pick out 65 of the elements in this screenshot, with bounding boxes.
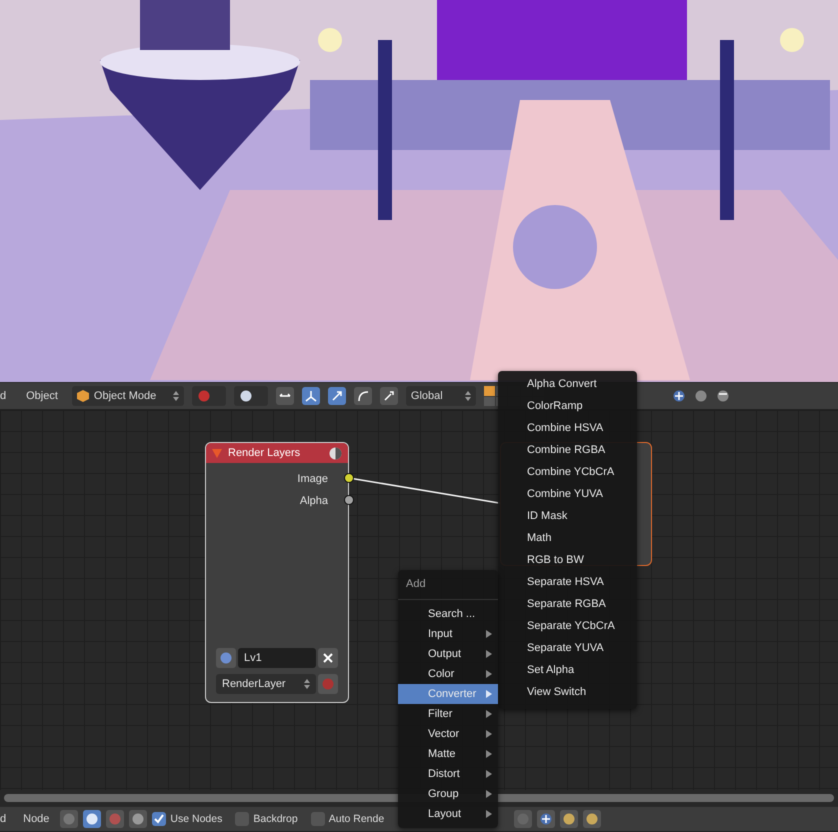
checkbox-label: Use Nodes bbox=[170, 813, 222, 825]
menu-item[interactable]: Separate YUVA bbox=[498, 637, 637, 659]
menu-item[interactable]: Math bbox=[498, 527, 637, 549]
up-down-icon bbox=[464, 391, 471, 401]
menu-item[interactable]: Vector bbox=[398, 724, 498, 744]
up-down-icon bbox=[304, 679, 310, 689]
pivot-dropdown[interactable] bbox=[192, 386, 226, 406]
menu-item[interactable]: Combine RGBA bbox=[498, 439, 637, 461]
menu-item[interactable]: Separate HSVA bbox=[498, 571, 637, 593]
checkbox[interactable] bbox=[310, 812, 325, 826]
arrow-icon bbox=[486, 810, 492, 818]
menu-item[interactable]: Combine YCbCrA bbox=[498, 461, 637, 483]
menu-item[interactable]: Separate YCbCrA bbox=[498, 615, 637, 637]
layer-name-field[interactable]: Lv1 bbox=[238, 648, 316, 668]
close-button[interactable] bbox=[318, 648, 338, 668]
menu-item[interactable]: ColorRamp bbox=[498, 395, 637, 417]
menu-item[interactable]: d bbox=[0, 813, 12, 825]
menu-item[interactable]: Distort bbox=[398, 764, 498, 784]
output-socket[interactable] bbox=[344, 495, 354, 505]
menu-item[interactable]: Group bbox=[398, 784, 498, 804]
menu-item[interactable]: Set Alpha bbox=[498, 659, 637, 681]
menu-item[interactable]: Matte bbox=[398, 744, 498, 764]
arrow-icon bbox=[486, 670, 492, 678]
menu-item[interactable]: Input bbox=[398, 624, 498, 644]
menu-item[interactable]: ID Mask bbox=[498, 505, 637, 527]
menu-item[interactable]: Combine HSVA bbox=[498, 417, 637, 439]
orientation-dropdown[interactable]: Global bbox=[406, 386, 476, 406]
render-layer-dropdown[interactable]: RenderLayer bbox=[216, 674, 316, 694]
menu-title: Add bbox=[398, 570, 498, 600]
menu-item[interactable]: Separate RGBA bbox=[498, 593, 637, 615]
arrow-icon bbox=[486, 750, 492, 758]
menu-item[interactable]: View Switch bbox=[498, 681, 637, 703]
menu-item[interactable]: Layout bbox=[398, 804, 498, 824]
arrow-icon bbox=[486, 630, 492, 638]
arrow-icon bbox=[486, 770, 492, 778]
render-layers-node[interactable]: Render Layers Image Alpha Lv1 RenderLayer bbox=[205, 442, 349, 703]
up-down-icon bbox=[172, 391, 179, 401]
menu-item[interactable]: RGB to BW bbox=[498, 549, 637, 571]
arrow-icon bbox=[486, 730, 492, 738]
arrow-icon bbox=[486, 710, 492, 718]
cube-icon bbox=[76, 390, 89, 402]
checkbox[interactable] bbox=[235, 812, 250, 826]
socket-label: Alpha bbox=[300, 495, 328, 507]
menu-item[interactable]: Alpha Convert bbox=[498, 373, 637, 395]
mode-dropdown[interactable]: Object Mode bbox=[72, 386, 184, 406]
arrow-icon bbox=[486, 790, 492, 798]
socket-label: Image bbox=[297, 473, 328, 485]
checkbox-label: Backdrop bbox=[253, 813, 298, 825]
menu-item[interactable]: Search ... bbox=[398, 604, 498, 624]
output-socket[interactable] bbox=[344, 473, 354, 483]
node-title: Render Layers bbox=[228, 447, 300, 459]
checkbox[interactable] bbox=[152, 812, 166, 826]
menu-item[interactable]: Color bbox=[398, 664, 498, 684]
node-menu[interactable]: Node bbox=[17, 813, 56, 825]
arrow-icon bbox=[486, 690, 492, 698]
menu-item[interactable]: Combine YUVA bbox=[498, 483, 637, 505]
shading-dropdown[interactable] bbox=[234, 386, 268, 406]
menu-item[interactable]: d bbox=[0, 390, 12, 402]
arrow-icon bbox=[486, 650, 492, 658]
checkbox-label: Auto Rende bbox=[328, 813, 384, 825]
node-header[interactable]: Render Layers bbox=[206, 443, 348, 463]
menu-item[interactable]: Output bbox=[398, 644, 498, 664]
object-menu[interactable]: Object bbox=[20, 390, 64, 402]
menu-item[interactable]: Filter bbox=[398, 704, 498, 724]
close-icon bbox=[323, 653, 333, 663]
